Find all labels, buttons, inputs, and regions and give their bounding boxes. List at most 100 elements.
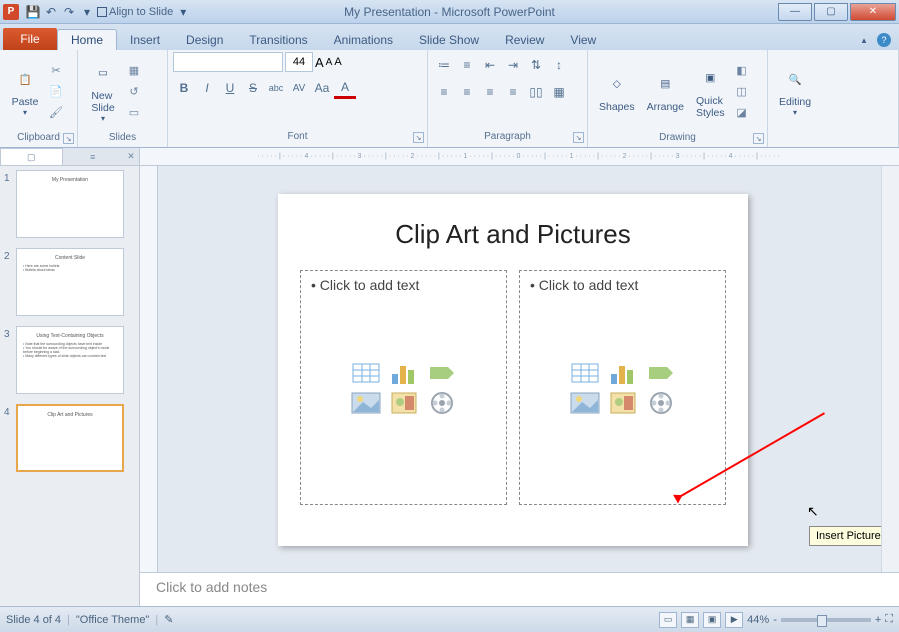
- tab-design[interactable]: Design: [173, 30, 236, 50]
- align-left-icon[interactable]: ≡: [433, 81, 455, 103]
- fit-window-button[interactable]: ⛶: [885, 613, 893, 626]
- reading-view-button[interactable]: ▣: [703, 612, 721, 628]
- tab-view[interactable]: View: [557, 30, 609, 50]
- insert-media-icon[interactable]: [644, 390, 678, 416]
- increase-indent-icon[interactable]: ⇥: [502, 54, 524, 76]
- spellcheck-icon[interactable]: ✎: [164, 613, 173, 626]
- quick-styles-button[interactable]: ▣ Quick Styles: [690, 52, 731, 130]
- insert-table-icon[interactable]: [349, 360, 383, 386]
- change-case-button[interactable]: Aa: [311, 77, 333, 99]
- outline-tab[interactable]: ≡: [63, 148, 124, 165]
- char-spacing-button[interactable]: AV: [288, 77, 310, 99]
- undo-icon[interactable]: [43, 4, 59, 20]
- zoom-out-button[interactable]: -: [773, 614, 777, 626]
- italic-button[interactable]: I: [196, 77, 218, 99]
- slide-canvas[interactable]: Clip Art and Pictures Click to add text: [158, 166, 881, 572]
- tab-slideshow[interactable]: Slide Show: [406, 30, 492, 50]
- shape-fill-icon[interactable]: ◧: [733, 61, 751, 79]
- save-icon[interactable]: 💾: [25, 4, 41, 20]
- content-placeholder-right[interactable]: Click to add text: [519, 270, 726, 505]
- numbering-icon[interactable]: ≡: [456, 54, 478, 76]
- insert-chart-icon[interactable]: [387, 360, 421, 386]
- grow-font-icon[interactable]: A: [315, 55, 324, 70]
- powerpoint-icon[interactable]: P: [3, 4, 19, 20]
- qat-align-label[interactable]: Align to Slide: [109, 4, 173, 20]
- sorter-view-button[interactable]: ▦: [681, 612, 699, 628]
- maximize-button[interactable]: ▢: [814, 3, 848, 21]
- insert-picture-icon[interactable]: [568, 390, 602, 416]
- slide-thumbnail[interactable]: 3Using Text-Containing Objects• Note tha…: [4, 326, 135, 394]
- font-name-input[interactable]: [173, 52, 283, 72]
- qat-dropdown-icon[interactable]: ▾: [79, 4, 95, 20]
- editing-button[interactable]: 🔍 Editing ▾: [773, 52, 817, 130]
- justify-icon[interactable]: ≡: [502, 81, 524, 103]
- format-painter-icon[interactable]: 🖌: [47, 103, 65, 121]
- file-tab[interactable]: File: [3, 28, 57, 50]
- font-size-input[interactable]: [285, 52, 313, 72]
- tab-home[interactable]: Home: [57, 29, 117, 50]
- columns-icon[interactable]: ▯▯: [525, 81, 547, 103]
- shadow-button[interactable]: abc: [265, 77, 287, 99]
- insert-picture-icon[interactable]: [349, 390, 383, 416]
- align-center-icon[interactable]: ≡: [456, 81, 478, 103]
- slideshow-view-button[interactable]: ▶: [725, 612, 743, 628]
- panel-close-icon[interactable]: ✕: [123, 148, 139, 165]
- insert-table-icon[interactable]: [568, 360, 602, 386]
- slide-thumbnail[interactable]: 1My Presentation: [4, 170, 135, 238]
- notes-pane[interactable]: Click to add notes: [140, 572, 899, 606]
- insert-smartart-icon[interactable]: [425, 360, 459, 386]
- placeholder-icon[interactable]: [97, 7, 107, 17]
- align-right-icon[interactable]: ≡: [479, 81, 501, 103]
- insert-chart-icon[interactable]: [606, 360, 640, 386]
- bold-button[interactable]: B: [173, 77, 195, 99]
- clear-format-icon[interactable]: A: [334, 56, 341, 68]
- insert-clipart-icon[interactable]: [387, 390, 421, 416]
- dialog-launcher-icon[interactable]: ↘: [413, 132, 424, 143]
- content-placeholder-left[interactable]: Click to add text: [300, 270, 507, 505]
- ribbon-minimize-icon[interactable]: ▴: [857, 33, 871, 47]
- normal-view-button[interactable]: ▭: [659, 612, 677, 628]
- redo-icon[interactable]: [61, 4, 77, 20]
- slide-title[interactable]: Clip Art and Pictures: [300, 219, 726, 250]
- slide-thumbnail[interactable]: 4Clip Art and Pictures: [4, 404, 135, 472]
- minimize-button[interactable]: —: [778, 3, 812, 21]
- reset-icon[interactable]: ↺: [125, 82, 143, 100]
- dialog-launcher-icon[interactable]: ↘: [573, 132, 584, 143]
- shape-effects-icon[interactable]: ◪: [733, 103, 751, 121]
- decrease-indent-icon[interactable]: ⇤: [479, 54, 501, 76]
- vertical-scrollbar[interactable]: [881, 166, 899, 572]
- zoom-in-button[interactable]: +: [875, 614, 881, 626]
- section-icon[interactable]: ▭: [125, 103, 143, 121]
- slides-tab[interactable]: ▢: [0, 148, 63, 165]
- shapes-button[interactable]: ◇ Shapes: [593, 52, 641, 130]
- font-color-button[interactable]: A: [334, 77, 356, 99]
- text-direction-icon[interactable]: ↕: [548, 54, 570, 76]
- tab-animations[interactable]: Animations: [321, 30, 406, 50]
- cut-icon[interactable]: ✂: [47, 61, 65, 79]
- zoom-slider[interactable]: [781, 618, 871, 622]
- close-button[interactable]: ✕: [850, 3, 896, 21]
- help-icon[interactable]: ?: [877, 33, 891, 47]
- line-spacing-icon[interactable]: ⇅: [525, 54, 547, 76]
- underline-button[interactable]: U: [219, 77, 241, 99]
- dialog-launcher-icon[interactable]: ↘: [63, 133, 74, 144]
- bullets-icon[interactable]: ≔: [433, 54, 455, 76]
- smartart-convert-icon[interactable]: ▦: [548, 81, 570, 103]
- tab-review[interactable]: Review: [492, 30, 557, 50]
- dialog-launcher-icon[interactable]: ↘: [753, 133, 764, 144]
- paste-button[interactable]: 📋 Paste ▾: [5, 52, 45, 130]
- tab-insert[interactable]: Insert: [117, 30, 173, 50]
- insert-clipart-icon[interactable]: [606, 390, 640, 416]
- tab-transitions[interactable]: Transitions: [236, 30, 320, 50]
- copy-icon[interactable]: 📄: [47, 82, 65, 100]
- insert-media-icon[interactable]: [425, 390, 459, 416]
- insert-smartart-icon[interactable]: [644, 360, 678, 386]
- new-slide-button[interactable]: ▭ New Slide ▾: [83, 52, 123, 130]
- shrink-font-icon[interactable]: A: [326, 57, 333, 68]
- shape-outline-icon[interactable]: ◫: [733, 82, 751, 100]
- slide-thumbnail[interactable]: 2Content Slide• Here are some bullets• B…: [4, 248, 135, 316]
- current-slide[interactable]: Clip Art and Pictures Click to add text: [278, 194, 748, 546]
- arrange-button[interactable]: ▤ Arrange: [641, 52, 690, 130]
- qat-dropdown-icon[interactable]: ▾: [175, 4, 191, 20]
- strike-button[interactable]: S: [242, 77, 264, 99]
